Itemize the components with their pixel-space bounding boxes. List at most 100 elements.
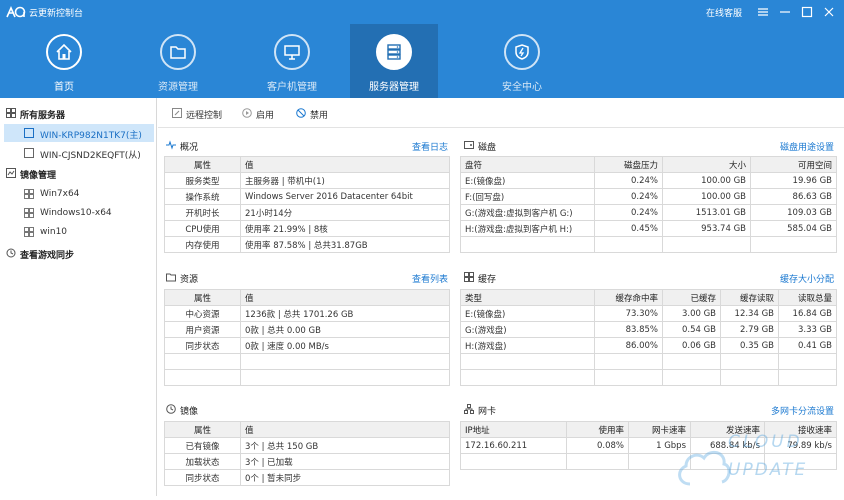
sidebar-group-label: 镜像管理 [20,171,57,181]
sidebar-group-label: 查看游戏同步 [20,251,75,261]
close-icon[interactable] [822,5,836,19]
toolbar: 远程控制 启用 禁用 [158,98,844,128]
tab-security-label: 安全中心 [502,82,542,93]
tab-servers[interactable]: 服务器管理 [350,24,438,98]
menu-icon[interactable] [756,5,770,19]
sidebar-item-image[interactable]: Windows10-x64 [4,204,154,222]
cache-table: 类型 缓存命中率 已缓存 缓存读取 读取总量 E:(镜像盘) 73.30% 3.00… [460,289,837,386]
table-header-row: 属性 值 [164,289,450,306]
sidebar-item-image[interactable]: Win7x64 [4,185,154,203]
folder-icon [170,46,186,59]
multi-nic-settings-link[interactable]: 多网卡分流设置 [771,404,834,417]
table-row: G:(游戏盘:虚拟到客户机 G:) 0.24% 1513.01 GB 109.03 G… [460,204,837,221]
sidebar-item-label: win10 [40,227,68,237]
sidebar-item-server-secondary[interactable]: WIN-CJSND2KEQFT(从) [4,144,154,162]
tab-home[interactable]: 首页 [20,24,108,98]
disk-header: 磁盘 磁盘用途设置 [464,138,834,154]
table-header-row: 属性 值 [164,156,450,173]
sync-icon [6,248,16,258]
sidebar-item-server-main[interactable]: WIN-KRP982N1TK7(主) [4,124,154,142]
tab-home-label: 首页 [54,82,74,93]
sidebar-item-label: WIN-KRP982N1TK7(主) [40,131,142,141]
resource-table: 属性 值 中心资源 1236款 | 总共 1701.26 GB 用户资源 0款 | … [164,289,450,386]
table-row: 操作系统 Windows Server 2016 Datacenter 64bit [164,188,450,205]
image-item-icon [24,227,34,237]
view-log-link[interactable]: 查看日志 [412,140,448,153]
minimize-icon[interactable] [778,5,792,19]
sidebar-item-image[interactable]: win10 [4,223,154,241]
overview-title: 概况 [180,143,199,153]
table-row: 服务类型 主服务器 | 带机中(1) [164,172,450,189]
pulse-icon [166,140,176,150]
resource-header: 资源 查看列表 [166,270,448,286]
table-row: 加载状态 3个 | 已加载 [164,453,450,470]
sidebar-item-label: Win7x64 [40,189,80,199]
cache-title: 缓存 [478,275,497,285]
disable-icon [296,108,306,118]
table-row [460,353,837,370]
app-logo-icon [6,6,26,18]
mirror-icon [166,404,176,414]
mirror-table: 属性 值 已有镜像 3个 | 总共 150 GB 加载状态 3个 | 已加载 同步状… [164,421,450,486]
table-row: 用户资源 0款 | 总共 0.00 GB [164,321,450,338]
image-item-icon [24,189,34,199]
home-icon [56,43,72,60]
table-header-row: 属性 值 [164,421,450,438]
table-row: 中心资源 1236款 | 总共 1701.26 GB [164,305,450,322]
tab-resources[interactable]: 资源管理 [134,24,222,98]
table-row: 同步状态 0款 | 速度 0.00 MB/s [164,337,450,354]
grid-icon [6,108,16,118]
maximize-icon[interactable] [800,5,814,19]
server-small-icon [24,148,34,158]
server-small-icon [24,128,34,138]
disk-title: 磁盘 [478,143,497,153]
cache-icon [464,272,474,282]
app-title: 云更新控制台 [29,9,84,19]
overview-table: 属性 值 服务类型 主服务器 | 带机中(1) 操作系统 Windows Serve… [164,156,450,253]
cache-header: 缓存 缓存大小分配 [464,270,834,286]
table-row: G:(游戏盘) 83.85% 0.54 GB 2.79 GB 3.33 GB [460,321,837,338]
table-row: 同步状态 0个 | 暂未同步 [164,469,450,486]
table-row [164,353,450,370]
table-header-row: 类型 缓存命中率 已缓存 缓存读取 读取总量 [460,289,837,306]
tab-clients[interactable]: 客户机管理 [248,24,336,98]
image-group-icon [6,168,16,178]
table-row: 已有镜像 3个 | 总共 150 GB [164,437,450,454]
image-item-icon [24,208,34,218]
disk-table: 盘符 磁盘压力 大小 可用空间 E:(镜像盘) 0.24% 100.00 GB 19.… [460,156,837,253]
table-row: H:(游戏盘) 86.00% 0.06 GB 0.35 GB 0.41 GB [460,337,837,354]
sidebar: 所有服务器 WIN-KRP982N1TK7(主) WIN-CJSND2KEQFT… [0,98,157,496]
mirror-header: 镜像 [166,402,448,418]
view-list-link[interactable]: 查看列表 [412,272,448,285]
tab-security[interactable]: 安全中心 [478,24,566,98]
monitor-icon [284,45,300,60]
online-service-link[interactable]: 在线客服 [706,6,742,19]
table-row: 开机时长 21小时14分 [164,204,450,221]
table-row: E:(镜像盘) 73.30% 3.00 GB 12.34 GB 16.84 GB [460,305,837,322]
sidebar-group-label: 所有服务器 [20,111,66,121]
table-row [460,369,837,386]
disk-usage-settings-link[interactable]: 磁盘用途设置 [780,140,834,153]
watermark-line1: CLOUD [728,432,803,452]
watermark-line2: UPDATE [728,460,808,480]
table-row: 内存使用 使用率 87.58% | 总共31.87GB [164,236,450,253]
network-icon [464,404,474,414]
folder-small-icon [166,273,176,282]
cache-size-allocation-link[interactable]: 缓存大小分配 [780,272,834,285]
tab-resources-label: 资源管理 [158,82,198,93]
table-row: F:(回写盘) 0.24% 100.00 GB 86.63 GB [460,188,837,205]
server-icon [387,44,401,60]
table-row [164,369,450,386]
main-nav: 首页 资源管理 客户机管理 服务器管理 安全中心 [0,24,844,98]
table-header-row: 盘符 磁盘压力 大小 可用空间 [460,156,837,173]
nic-title: 网卡 [478,407,497,417]
table-row: H:(游戏盘:虚拟到客户机 H:) 0.45% 953.74 GB 585.04 GB [460,220,837,237]
table-row [460,236,837,253]
sidebar-item-label: WIN-CJSND2KEQFT(从) [40,151,141,161]
title-bar: 云更新控制台 在线客服 [0,0,844,24]
nic-header: 网卡 多网卡分流设置 [464,402,834,418]
overview-header: 概况 查看日志 [166,138,448,154]
sidebar-item-label: Windows10-x64 [40,208,112,218]
disk-icon [464,141,474,149]
tab-clients-label: 客户机管理 [267,82,317,93]
